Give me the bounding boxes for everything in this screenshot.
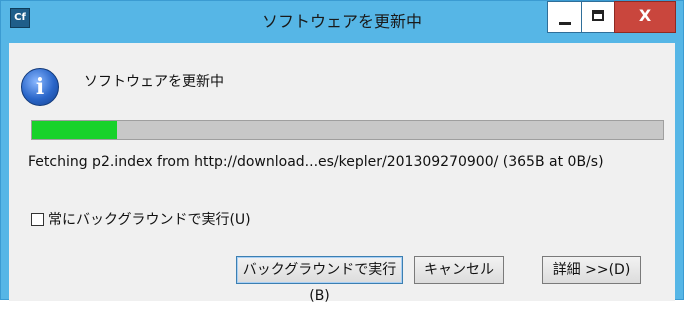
- minimize-button[interactable]: [547, 1, 582, 33]
- always-run-in-background-checkbox[interactable]: [31, 212, 44, 226]
- progress-bar: [31, 120, 664, 140]
- close-icon: X: [638, 6, 652, 25]
- cancel-button[interactable]: キャンセル: [414, 256, 504, 284]
- always-run-in-background-option[interactable]: 常にバックグラウンドで実行(U): [31, 209, 251, 229]
- dialog-message: ソフトウェアを更新中: [84, 74, 224, 90]
- run-in-background-button[interactable]: バックグラウンドで実行(B): [236, 256, 403, 304]
- progress-bar-fill: [32, 121, 118, 139]
- minimize-icon: [559, 22, 571, 25]
- status-text: Fetching p2.index from http://download..…: [28, 154, 604, 170]
- dialog-content: i ソフトウェアを更新中 Fetching p2.index from http…: [9, 43, 675, 304]
- info-icon: i: [21, 68, 59, 106]
- title-bar[interactable]: Cf ソフトウェアを更新中 X: [1, 1, 683, 43]
- close-button[interactable]: X: [614, 1, 676, 33]
- maximize-button[interactable]: [581, 1, 615, 33]
- maximize-icon: [592, 10, 604, 21]
- details-button[interactable]: 詳細 >>(D): [542, 256, 641, 284]
- update-dialog-window: Cf ソフトウェアを更新中 X i ソフトウェアを更新中 Fetching p2…: [0, 0, 684, 304]
- always-run-in-background-label[interactable]: 常にバックグラウンドで実行(U): [48, 209, 251, 229]
